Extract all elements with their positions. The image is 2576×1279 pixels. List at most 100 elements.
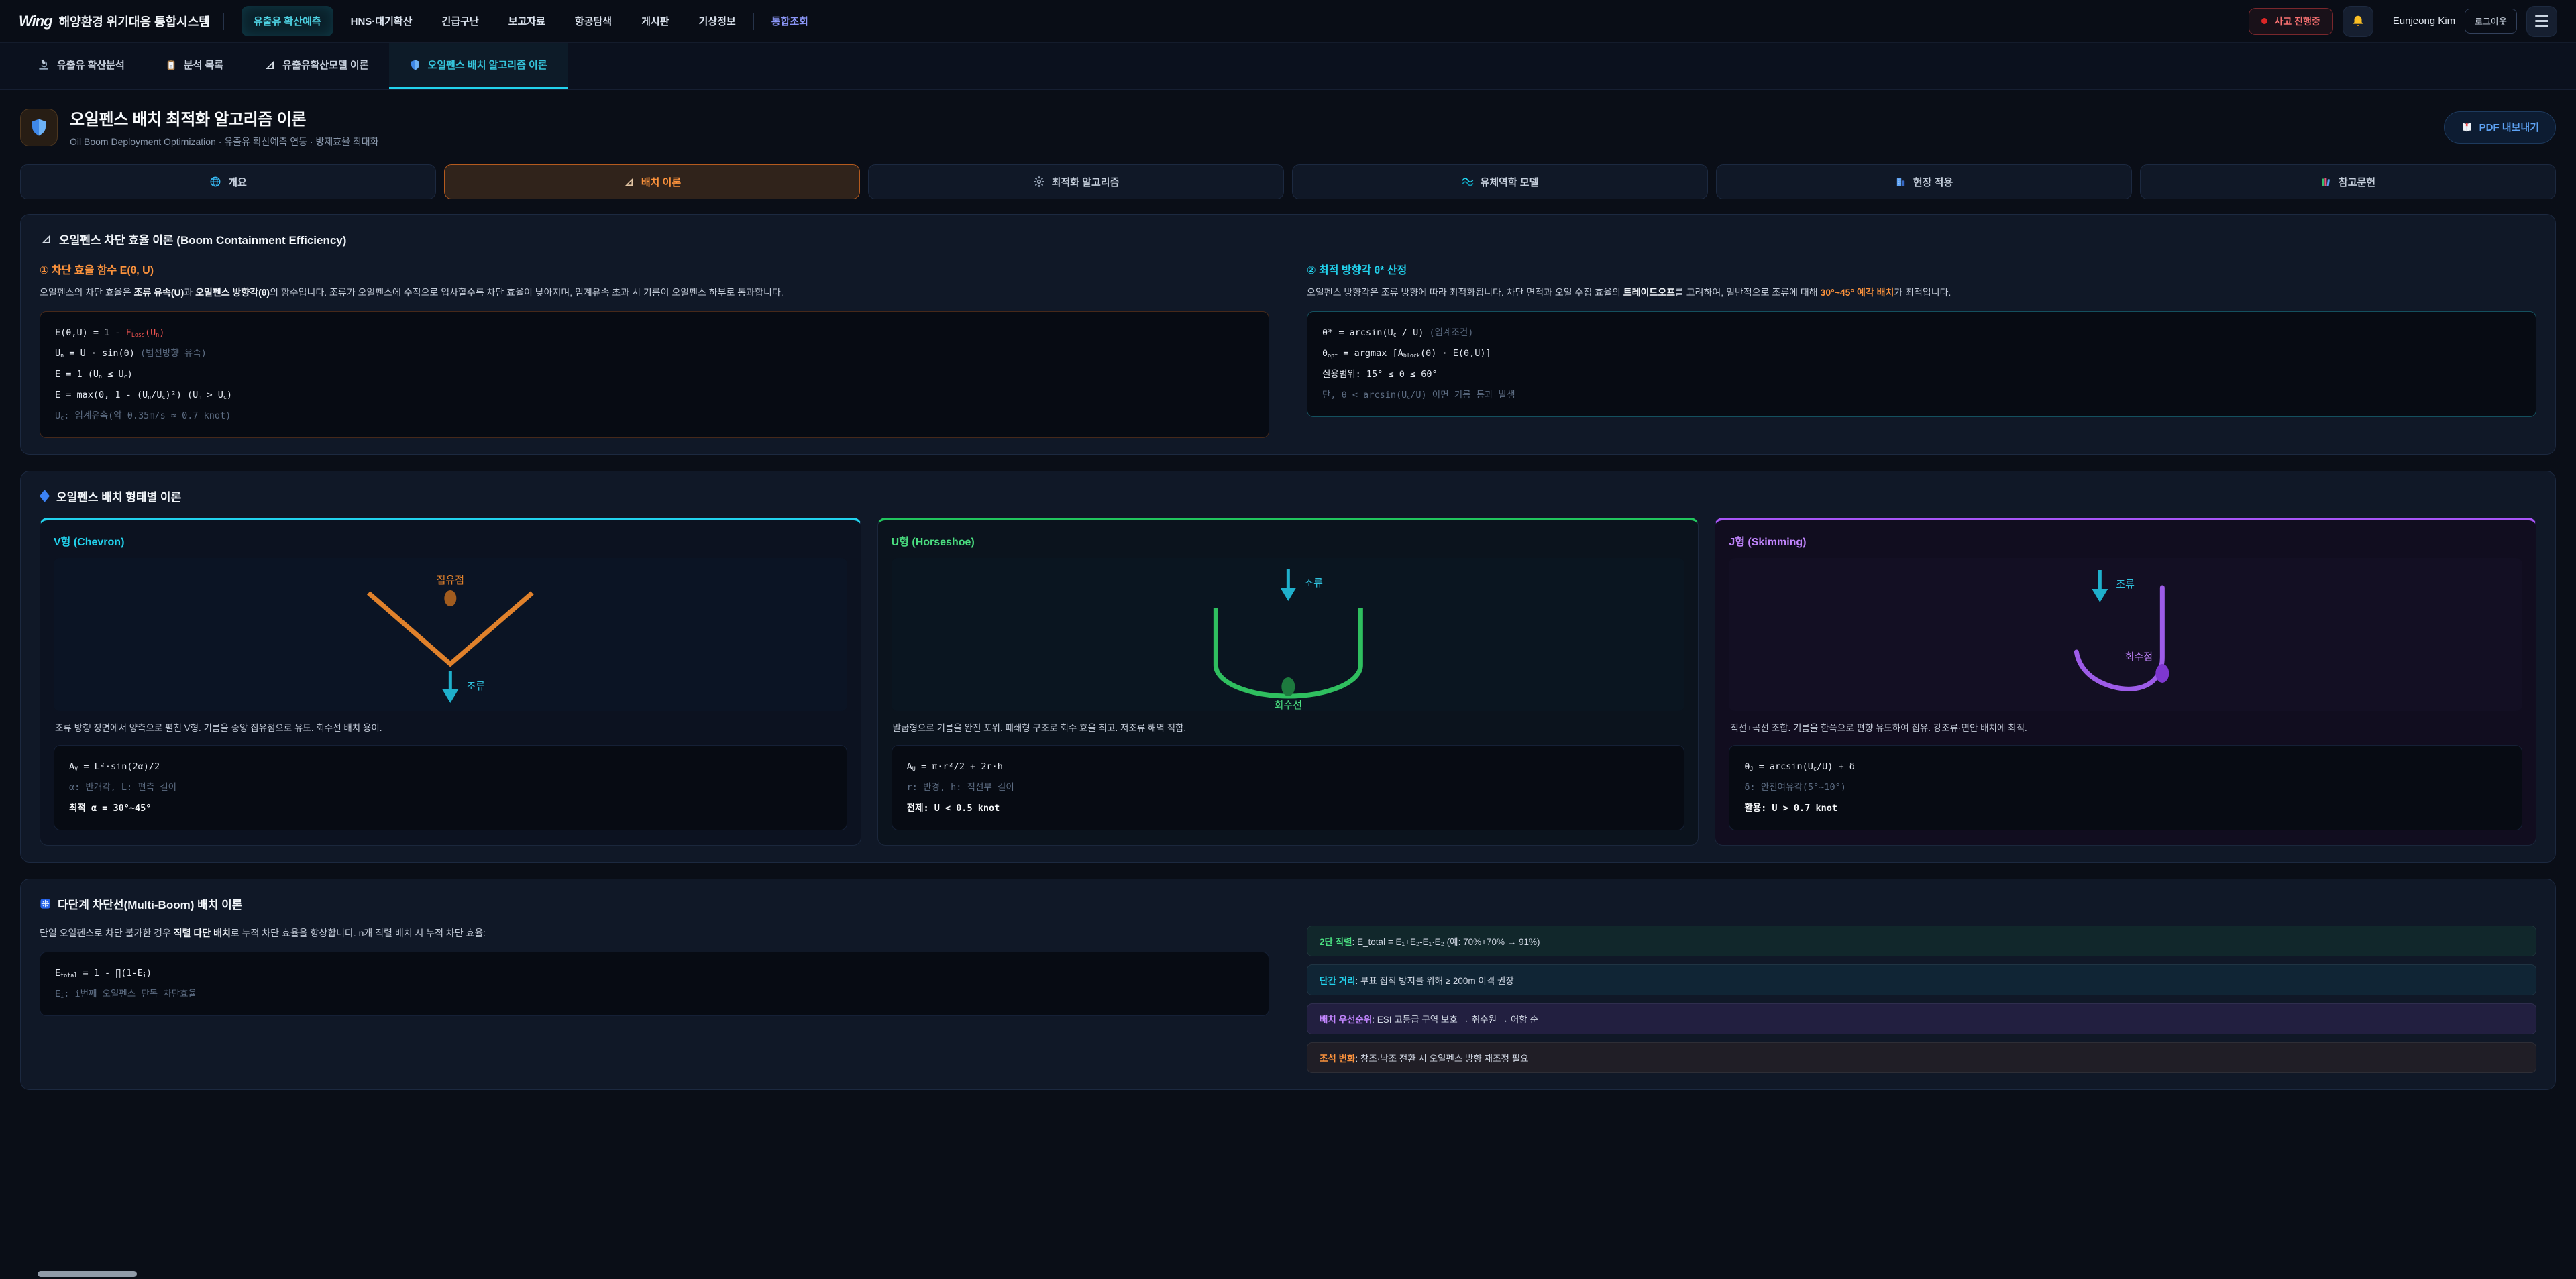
section-tab-label: 현장 적용 [1913, 175, 1953, 189]
section-title: 오일펜스 배치 형태별 이론 [40, 488, 2536, 504]
section-tab-overview[interactable]: 개요 [20, 164, 436, 199]
multiboom-left-column: 단일 오일펜스로 차단 불가한 경우 직렬 다단 배치로 누적 차단 효율을 향… [40, 926, 1269, 1073]
recovery-label: 회수선 [1274, 700, 1301, 711]
pdf-button-label: PDF 내보내기 [2479, 120, 2539, 134]
card-title: V형 (Chevron) [54, 533, 847, 549]
optimal-angle-heading: ② 최적 방향각 θ* 산정 [1307, 261, 2536, 277]
current-arrow-head [1280, 588, 1296, 601]
efficiency-function-heading: ① 차단 효율 함수 E(θ, U) [40, 261, 1269, 277]
tab-label: 유출유확산모델 이론 [282, 58, 368, 72]
ruler-icon [40, 233, 52, 245]
multiboom-paragraph: 단일 오일펜스로 차단 불가한 경우 직렬 다단 배치로 누적 차단 효율을 향… [40, 926, 1269, 941]
current-label: 조류 [1304, 577, 1323, 589]
j-skimming-diagram: 조류 회수점 [1729, 558, 2522, 711]
hamburger-icon [2535, 15, 2548, 27]
shield-icon [409, 59, 421, 71]
collection-point-dot [444, 590, 456, 606]
efficiency-columns: ① 차단 효율 함수 E(θ, U) 오일펜스의 차단 효율은 조류 유속(U)… [40, 261, 2536, 438]
page-titles: 오일펜스 배치 최적화 알고리즘 이론 Oil Boom Deployment … [70, 106, 2432, 148]
sub-tabbar: 유출유 확산분석 분석 목록 유출유확산모델 이론 오일펜스 배치 알고리즘 이… [0, 43, 2576, 90]
section-tab-field-application[interactable]: 현장 적용 [1716, 164, 2132, 199]
page-icon [20, 109, 58, 146]
note-tidal-change: 조석 변화: 창조·낙조 전환 시 오일펜스 방향 재조정 필요 [1307, 1042, 2536, 1073]
books-icon [2320, 176, 2332, 188]
section-title: 오일펜스 차단 효율 이론 (Boom Containment Efficien… [40, 231, 2536, 247]
divider [753, 13, 754, 30]
tab-label: 분석 목록 [184, 58, 223, 72]
pdf-export-button[interactable]: PDF 내보내기 [2444, 111, 2556, 144]
note-series-two-stage: 2단 직렬: E_total = E₁+E₂-E₁·E₂ (예: 70%+70%… [1307, 926, 2536, 956]
efficiency-function-formula: E(θ,U) = 1 - FLoss(Un) Un = U · sin(θ) (… [40, 311, 1269, 438]
efficiency-left-column: ① 차단 효율 함수 E(θ, U) 오일펜스의 차단 효율은 조류 유속(U)… [40, 261, 1269, 438]
current-arrow-head [2092, 589, 2108, 602]
v-chevron-diagram: 집유점 조류 [54, 558, 847, 711]
notifications-button[interactable] [2343, 6, 2373, 37]
nav-hns-atmospheric[interactable]: HNS·대기확산 [339, 6, 425, 36]
horizontal-scrollbar-thumb[interactable] [38, 1271, 137, 1277]
gear-icon [1033, 176, 1045, 188]
ruler-icon [264, 59, 276, 71]
brand-logo: Wing [19, 13, 52, 30]
wave-icon [1462, 176, 1474, 188]
clipboard-icon [165, 59, 177, 71]
current-label: 조류 [466, 681, 485, 692]
nav-emergency-rescue[interactable]: 긴급구난 [430, 6, 491, 36]
v-formula: AV = L²·sin(2α)/2 α: 반개각, L: 편측 길이 최적 α … [54, 745, 847, 830]
recovery-dot [1281, 677, 1295, 696]
section-tab-label: 개요 [228, 175, 247, 189]
u-formula: AU = π·r²/2 + 2r·h r: 반경, h: 직선부 길이 전제: … [892, 745, 1685, 830]
section-tab-references[interactable]: 참고문헌 [2140, 164, 2556, 199]
nav-reports[interactable]: 보고자료 [496, 6, 557, 36]
note-spacing: 단간 거리: 부표 집적 방지를 위해 ≥ 200m 이격 권장 [1307, 964, 2536, 995]
efficiency-function-paragraph: 오일펜스의 차단 효율은 조류 유속(U)과 오일펜스 방향각(θ)의 함수입니… [40, 285, 1269, 300]
tab-diffusion-model-theory[interactable]: 유출유확산모델 이론 [244, 43, 388, 89]
efficiency-right-column: ② 최적 방향각 θ* 산정 오일펜스 방향각은 조류 방향에 따라 최적화됩니… [1307, 261, 2536, 438]
nav-oil-spill-prediction[interactable]: 유출유 확산예측 [241, 6, 333, 36]
multiboom-formula: Etotal = 1 - ∏(1-Ei) Ei: i번째 오일펜스 단독 차단효… [40, 952, 1269, 1016]
collection-point-label: 집유점 [437, 575, 464, 586]
section-deployment-shapes: 오일펜스 배치 형태별 이론 V형 (Chevron) 집유점 조류 조류 방향… [20, 471, 2556, 862]
nav-integrated-search[interactable]: 통합조회 [759, 6, 820, 36]
multiboom-notes: 2단 직렬: E_total = E₁+E₂-E₁·E₂ (예: 70%+70%… [1307, 926, 2536, 1073]
j-formula: θJ = arcsin(Uc/U) + δ δ: 안전여유각(5°~10°) 활… [1729, 745, 2522, 830]
section-tab-hydrodynamics[interactable]: 유체역학 모델 [1292, 164, 1708, 199]
recovery-dot [2156, 664, 2169, 683]
card-title: J형 (Skimming) [1729, 533, 2522, 549]
card-caption: 말굽형으로 기름을 완전 포위. 폐쇄형 구조로 회수 효율 최고. 저조류 해… [893, 722, 1684, 735]
page-subtitle: Oil Boom Deployment Optimization · 유출유 확… [70, 135, 2432, 148]
card-caption: 조류 방향 정면에서 양측으로 펼친 V형. 기름을 중앙 집유점으로 유도. … [55, 722, 846, 735]
section-tab-deployment-theory[interactable]: 배치 이론 [444, 164, 860, 199]
tab-oil-spill-analysis[interactable]: 유출유 확산분석 [17, 43, 145, 89]
card-v-chevron: V형 (Chevron) 집유점 조류 조류 방향 정면에서 양측으로 펼친 V… [40, 518, 861, 845]
section-tab-label: 참고문헌 [2339, 175, 2375, 189]
j-boom-line [2077, 588, 2163, 689]
card-caption: 직선+곡선 조합. 기름을 한쪽으로 편향 유도하여 집유. 강조류·연안 배치… [1730, 722, 2521, 735]
logout-button[interactable]: 로그아웃 [2465, 9, 2517, 34]
recovery-label: 회수점 [2125, 651, 2153, 663]
section-tab-label: 유체역학 모델 [1481, 175, 1539, 189]
header-right: 사고 진행중 Eunjeong Kim 로그아웃 [2249, 6, 2557, 37]
status-dot-icon [2261, 18, 2267, 24]
deployment-cards: V형 (Chevron) 집유점 조류 조류 방향 정면에서 양측으로 펼친 V… [40, 518, 2536, 845]
page-title: 오일펜스 배치 최적화 알고리즘 이론 [70, 106, 2432, 129]
section-tabs: 개요 배치 이론 최적화 알고리즘 유체역학 모델 현장 적용 참고문헌 [20, 164, 2556, 199]
section-title: 다단계 차단선(Multi-Boom) 배치 이론 [40, 895, 2536, 912]
note-priority: 배치 우선순위: ESI 고등급 구역 보호 → 취수원 → 어항 순 [1307, 1003, 2536, 1034]
optimal-angle-formula: θ* = arcsin(Uc / U) (임계조건) θopt = argmax… [1307, 311, 2536, 417]
nav-weather[interactable]: 기상정보 [687, 6, 748, 36]
tab-label: 오일펜스 배치 알고리즘 이론 [428, 58, 547, 72]
card-u-horseshoe: U형 (Horseshoe) 조류 회수선 말굽형으로 기름을 완전 포위. 폐… [877, 518, 1699, 845]
tab-boom-algorithm-theory[interactable]: 오일펜스 배치 알고리즘 이론 [389, 43, 568, 89]
menu-button[interactable] [2526, 6, 2557, 37]
incident-status-badge[interactable]: 사고 진행중 [2249, 8, 2332, 35]
brand[interactable]: Wing 해양환경 위기대응 통합시스템 [19, 13, 210, 30]
globe-icon [209, 176, 221, 188]
section-tab-optimization[interactable]: 최적화 알고리즘 [868, 164, 1284, 199]
optimal-angle-paragraph: 오일펜스 방향각은 조류 방향에 따라 최적화됩니다. 차단 면적과 오일 수집… [1307, 285, 2536, 300]
tab-analysis-list[interactable]: 분석 목록 [145, 43, 244, 89]
bell-icon [2351, 14, 2365, 29]
app-root: { "colors": { "accent_cyan": "#22d3ee", … [0, 0, 2576, 1279]
nav-aerial-search[interactable]: 항공탐색 [563, 6, 624, 36]
system-title: 해양환경 위기대응 통합시스템 [59, 13, 210, 30]
nav-board[interactable]: 게시판 [629, 6, 681, 36]
